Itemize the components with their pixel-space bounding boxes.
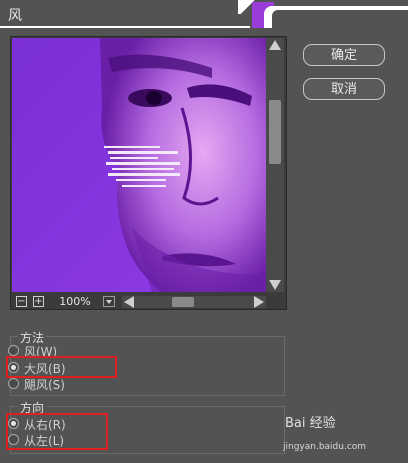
radio-label: 飓风(S) bbox=[24, 378, 65, 392]
preview-horizontal-scrollbar[interactable] bbox=[122, 296, 266, 308]
ok-button[interactable]: 确定 bbox=[303, 44, 385, 66]
zoom-level: 100% bbox=[59, 295, 91, 308]
watermark-url: jingyan.baidu.com bbox=[283, 442, 367, 452]
watermark-logo: Bai 经验 bbox=[285, 416, 336, 431]
preview-photo bbox=[12, 38, 266, 292]
horizontal-scroll-thumb[interactable] bbox=[172, 297, 194, 307]
zoom-dropdown-icon[interactable] bbox=[103, 296, 115, 307]
scroll-up-icon[interactable] bbox=[269, 40, 281, 50]
title-frame-inner bbox=[272, 10, 408, 30]
title-underline bbox=[0, 26, 250, 28]
scroll-down-icon[interactable] bbox=[269, 280, 281, 290]
preview-vertical-scrollbar[interactable] bbox=[266, 38, 284, 292]
highlight-box bbox=[6, 356, 117, 378]
vertical-scroll-thumb[interactable] bbox=[269, 100, 281, 164]
scroll-right-icon[interactable] bbox=[254, 296, 264, 308]
radio-button[interactable] bbox=[8, 345, 19, 356]
zoom-out-button[interactable]: − bbox=[16, 296, 27, 307]
title-bar: 风 bbox=[0, 0, 408, 30]
scroll-left-icon[interactable] bbox=[124, 296, 134, 308]
zoom-in-button[interactable]: + bbox=[33, 296, 44, 307]
cancel-button[interactable]: 取消 bbox=[303, 78, 385, 100]
dialog-title: 风 bbox=[8, 8, 22, 24]
preview-image[interactable] bbox=[12, 38, 266, 292]
radio-button[interactable] bbox=[8, 378, 19, 389]
highlight-box bbox=[6, 413, 108, 450]
